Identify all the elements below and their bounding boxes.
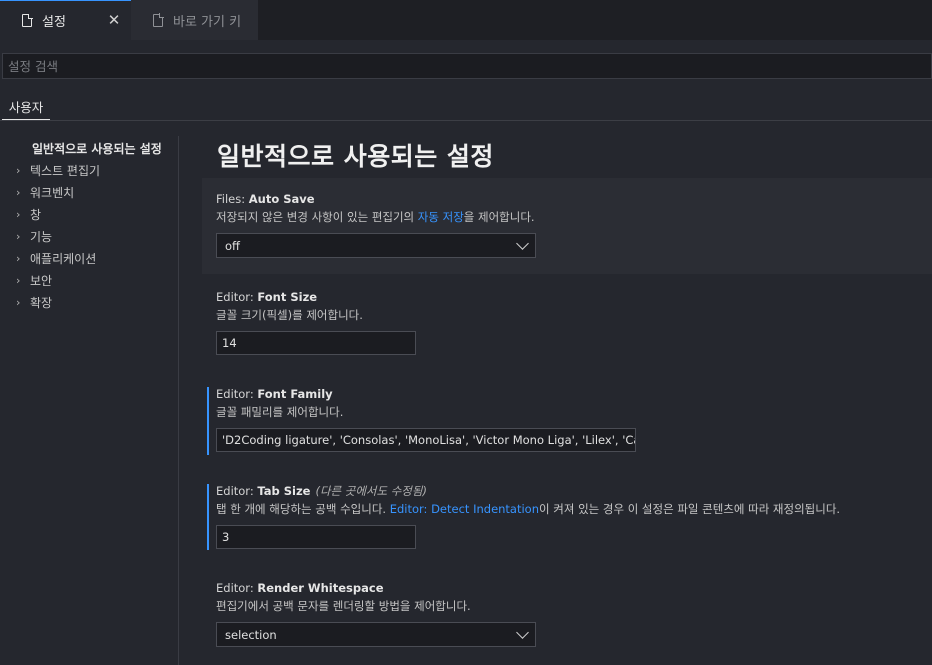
tab-settings[interactable]: 설정 ✕ (0, 0, 131, 40)
toc-item-label: 워크벤치 (30, 185, 75, 200)
setting-title: Editor: Font Size (216, 290, 318, 304)
setting-editor-font-family: Editor: Font Family 글꼴 패밀리를 제어합니다. 'D2Co… (202, 387, 932, 455)
toc-item-label: 확장 (30, 295, 53, 310)
render-whitespace-select[interactable]: selection (216, 622, 536, 647)
modified-indicator (207, 387, 209, 455)
chevron-right-icon: › (16, 295, 21, 309)
tab-settings-label: 설정 (42, 15, 66, 30)
editor-tab-bar: 설정 ✕ 바로 가기 키 (0, 0, 932, 40)
chevron-down-icon (516, 237, 529, 250)
chevron-right-icon: › (16, 207, 21, 221)
setting-description: 편집기에서 공백 문자를 렌더링할 방법을 제어합니다. (216, 599, 471, 613)
toc-item-label: 창 (30, 207, 42, 222)
auto-save-link[interactable]: 자동 저장 (418, 210, 464, 224)
toc-item-commonly-used[interactable]: 일반적으로 사용되는 설정 (0, 137, 178, 159)
toc-item-label: 기능 (30, 229, 53, 244)
select-value: off (225, 238, 240, 253)
tab-size-input[interactable]: 3 (216, 525, 416, 549)
toc-item-label: 보안 (30, 273, 53, 288)
setting-description: 글꼴 크기(픽셀)를 제어합니다. (216, 308, 363, 322)
setting-editor-tab-size: Editor: Tab Size (다른 곳에서도 수정됨) 탭 한 개에 해당하… (202, 484, 932, 550)
toc-item-label: 애플리케이션 (30, 251, 97, 266)
setting-description: 글꼴 패밀리를 제어합니다. (216, 405, 344, 419)
toc-item-security[interactable]: › 보안 (0, 269, 178, 291)
chevron-right-icon: › (16, 251, 21, 265)
setting-title: Editor: Render Whitespace (216, 581, 384, 595)
file-icon (22, 13, 33, 27)
close-icon[interactable]: ✕ (105, 11, 123, 29)
modified-indicator (207, 484, 209, 550)
detect-indentation-link[interactable]: Editor: Detect Indentation (390, 502, 539, 516)
tab-keyboard-shortcuts-label: 바로 가기 키 (173, 14, 242, 30)
setting-title: Editor: Tab Size (다른 곳에서도 수정됨) (216, 484, 427, 498)
select-value: selection (225, 627, 277, 642)
setting-editor-render-whitespace: Editor: Render Whitespace 편집기에서 공백 문자를 렌… (202, 581, 932, 651)
toc-item-workbench[interactable]: › 워크벤치 (0, 181, 178, 203)
setting-description: 탭 한 개에 해당하는 공백 수입니다. Editor: Detect Inde… (216, 502, 841, 516)
toc-item-window[interactable]: › 창 (0, 203, 178, 225)
toc-divider (178, 136, 179, 665)
settings-toc: 일반적으로 사용되는 설정 › 텍스트 편집기 › 워크벤치 › 창 › 기능 › 애플리… (0, 137, 178, 313)
tab-keyboard-shortcuts[interactable]: 바로 가기 키 (131, 0, 258, 40)
modified-elsewhere-note[interactable]: (다른 곳에서도 수정됨) (315, 484, 427, 498)
setting-editor-font-size: Editor: Font Size 글꼴 크기(픽셀)를 제어합니다. 14 (202, 290, 932, 360)
section-title: 일반적으로 사용되는 설정 (217, 142, 494, 171)
chevron-right-icon: › (16, 163, 21, 177)
setting-description: 저장되지 않은 변경 사항이 있는 편집기의 자동 저장을 제어합니다. (216, 210, 535, 224)
setting-title: Files: Auto Save (216, 192, 315, 206)
toc-item-application[interactable]: › 애플리케이션 (0, 247, 178, 269)
settings-search-input[interactable] (3, 54, 931, 78)
toc-item-extensions[interactable]: › 확장 (0, 291, 178, 313)
chevron-right-icon: › (16, 229, 21, 243)
chevron-right-icon: › (16, 185, 21, 199)
divider (0, 120, 932, 121)
toc-item-text-editor[interactable]: › 텍스트 편집기 (0, 159, 178, 181)
toc-item-features[interactable]: › 기능 (0, 225, 178, 247)
font-size-input[interactable]: 14 (216, 331, 416, 355)
toc-item-label: 텍스트 편집기 (30, 163, 101, 178)
file-icon (153, 13, 164, 27)
setting-title: Editor: Font Family (216, 387, 333, 401)
chevron-down-icon (516, 626, 529, 639)
auto-save-select[interactable]: off (216, 233, 536, 258)
setting-files-auto-save: Files: Auto Save 저장되지 않은 변경 사항이 있는 편집기의 … (202, 178, 932, 274)
chevron-right-icon: › (16, 273, 21, 287)
font-family-input[interactable]: 'D2Coding ligature', 'Consolas', 'MonoLi… (216, 428, 636, 452)
tab-user-scope[interactable]: 사용자 (2, 92, 50, 120)
settings-search-box[interactable] (2, 53, 932, 79)
